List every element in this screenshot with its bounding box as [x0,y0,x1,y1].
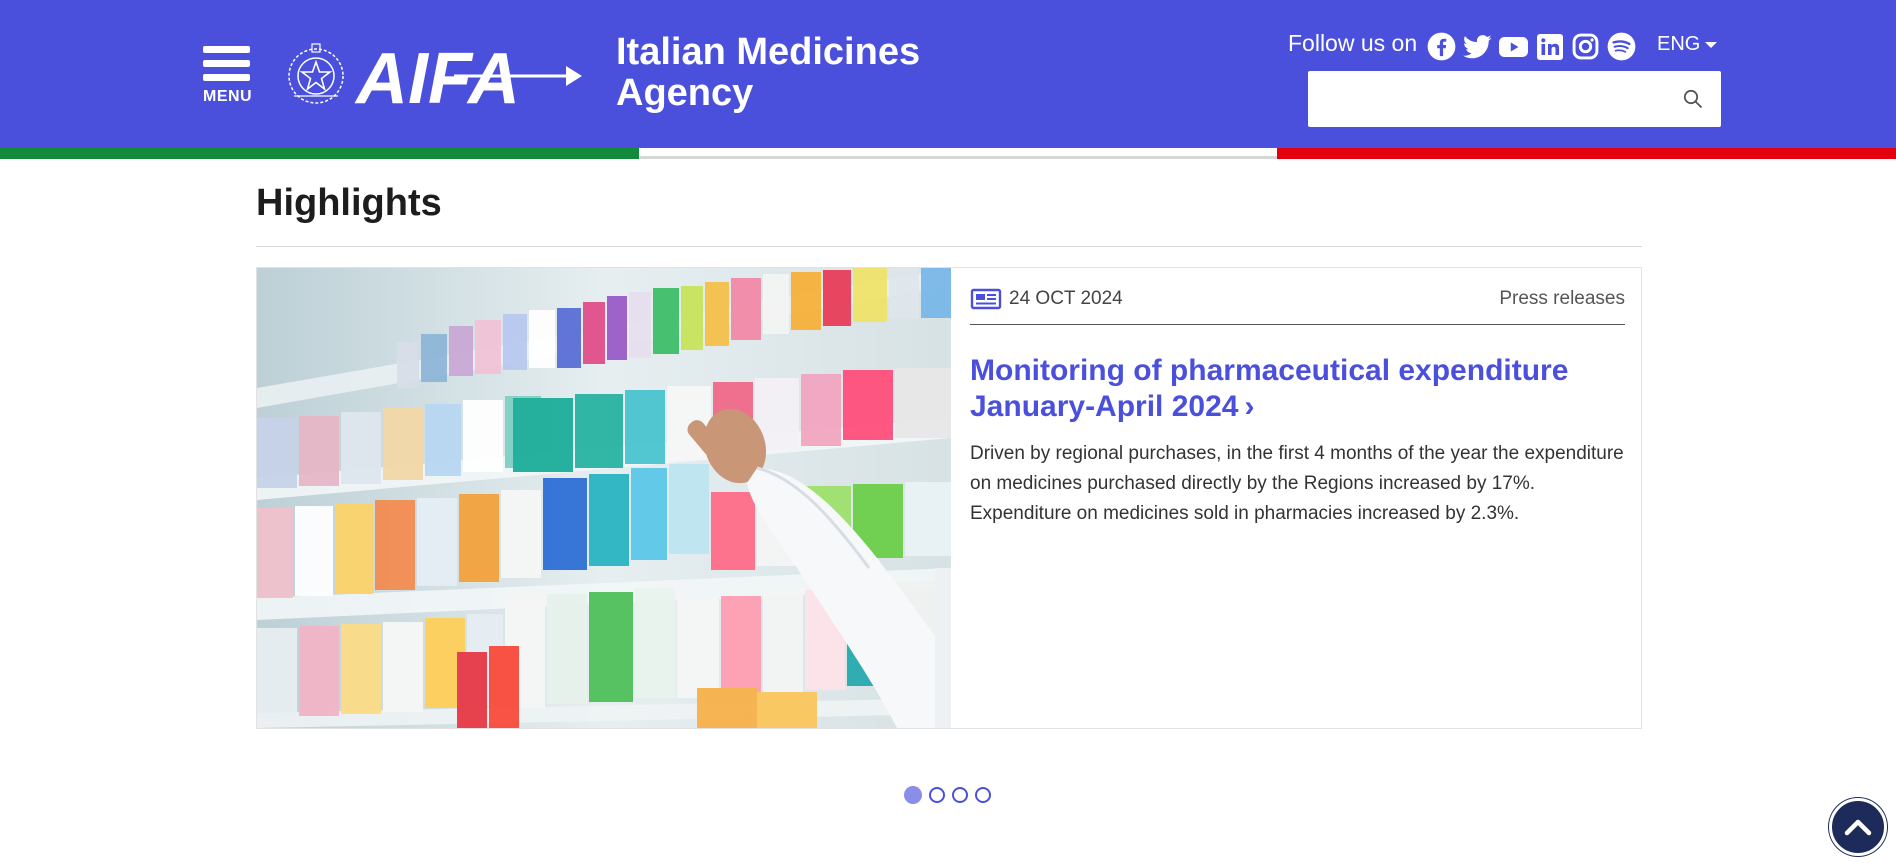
spotify-icon[interactable] [1607,32,1636,61]
social-links [1427,32,1636,61]
card-title: Monitoring of pharmaceutical expenditure… [970,354,1569,423]
language-selector[interactable]: ENG [1657,33,1718,56]
card-summary: Driven by regional purchases, in the fir… [970,443,1624,524]
card-category[interactable]: Press releases [1499,288,1625,310]
hamburger-icon-bar [203,74,250,81]
back-to-top-button[interactable] [1829,798,1887,856]
card-meta: 24 OCT 2024 Press releases [970,288,1625,325]
instagram-icon[interactable] [1571,32,1600,61]
flag-stripe-white [639,148,1277,159]
site-header: MENU AIFA Italian Medicines Agency Follo… [0,0,1896,148]
caret-down-icon [1705,41,1718,48]
pharmacy-shelves-image[interactable] [257,268,951,728]
divider [256,246,1642,247]
highlight-card: 24 OCT 2024 Press releases Monitoring of… [256,267,1642,729]
search-icon[interactable] [1683,89,1703,109]
card-meta-date-group: 24 OCT 2024 [970,288,1123,310]
republic-emblem-icon [288,43,344,104]
carousel-pagination [904,786,991,804]
flag-stripe-red [1277,148,1896,159]
chevron-right-icon: › [1244,390,1255,423]
chevron-up-icon [1844,819,1872,836]
search-input[interactable] [1320,71,1664,127]
flag-stripe-green [0,148,639,159]
follow-us-label: Follow us on [1288,30,1418,56]
hamburger-icon-bar [203,60,250,67]
facebook-icon[interactable] [1427,32,1456,61]
highlights-title: Highlights [256,182,442,224]
search-box [1308,71,1721,127]
aifa-logo[interactable]: AIFA [354,40,586,112]
hamburger-icon [203,46,250,53]
youtube-icon[interactable] [1499,32,1528,61]
agency-name: Italian Medicines Agency [616,31,921,114]
linkedin-icon[interactable] [1535,32,1564,61]
highlight-card-body: 24 OCT 2024 Press releases Monitoring of… [970,288,1625,529]
carousel-dot-1[interactable] [904,786,922,804]
card-date: 24 OCT 2024 [1009,288,1123,309]
menu-button[interactable]: MENU [203,46,255,106]
language-label: ENG [1657,33,1701,55]
carousel-dot-2[interactable] [929,787,945,803]
carousel-dot-4[interactable] [975,787,991,803]
twitter-icon[interactable] [1463,32,1492,61]
card-title-link[interactable]: Monitoring of pharmaceutical expenditure… [970,353,1625,425]
menu-label: MENU [203,88,253,105]
carousel-dot-3[interactable] [952,787,968,803]
newspaper-icon [970,288,1002,310]
